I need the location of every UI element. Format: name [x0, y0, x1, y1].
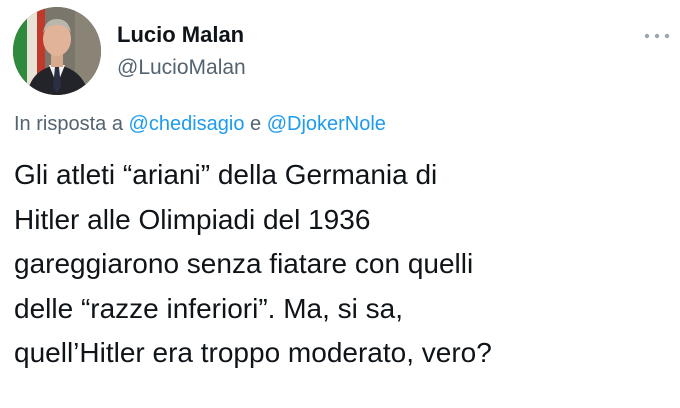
- avatar[interactable]: [13, 7, 101, 95]
- tweet-card: Lucio Malan @LucioMalan In risposta a @c…: [0, 0, 680, 408]
- reply-prefix: In risposta a: [14, 113, 129, 135]
- avatar-image: [13, 7, 101, 95]
- more-dots-graphic: [644, 33, 670, 39]
- more-horizontal-icon[interactable]: [642, 28, 672, 44]
- tweet-text-line: gareggiarono senza fiatare con quelli: [14, 248, 474, 279]
- tweet-text-line: Gli atleti “ariani” della Germania di: [14, 159, 438, 190]
- mention-link-djokernole[interactable]: @DjokerNole: [267, 113, 386, 135]
- tweet-text-line: delle “razze inferiori”. Ma, si sa,: [14, 292, 404, 324]
- author-handle[interactable]: @LucioMalan: [117, 56, 246, 80]
- reply-conjunction: e: [244, 113, 267, 135]
- reply-context: In risposta a @chedisagio e @DjokerNole: [14, 113, 386, 136]
- mention-link-chedisagio[interactable]: @chedisagio: [129, 113, 245, 135]
- author-display-name[interactable]: Lucio Malan: [117, 22, 244, 48]
- tweet-text-line: quell’Hitler era troppo moderato, vero?: [14, 337, 492, 368]
- tweet-text-line: Hitler alle Olimpiadi del 1936: [14, 203, 371, 235]
- tweet-text: Gli atleti “ariani” della Germania di Hi…: [14, 153, 674, 376]
